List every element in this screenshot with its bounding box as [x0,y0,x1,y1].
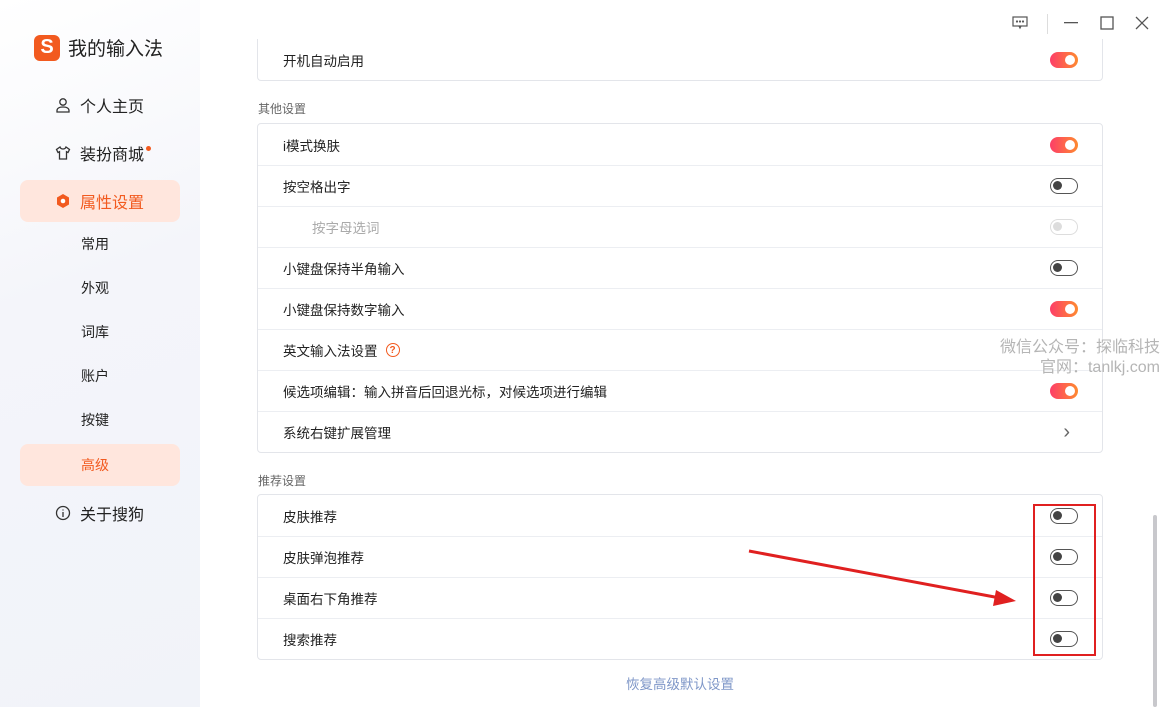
annotation-arrow [748,549,1016,606]
